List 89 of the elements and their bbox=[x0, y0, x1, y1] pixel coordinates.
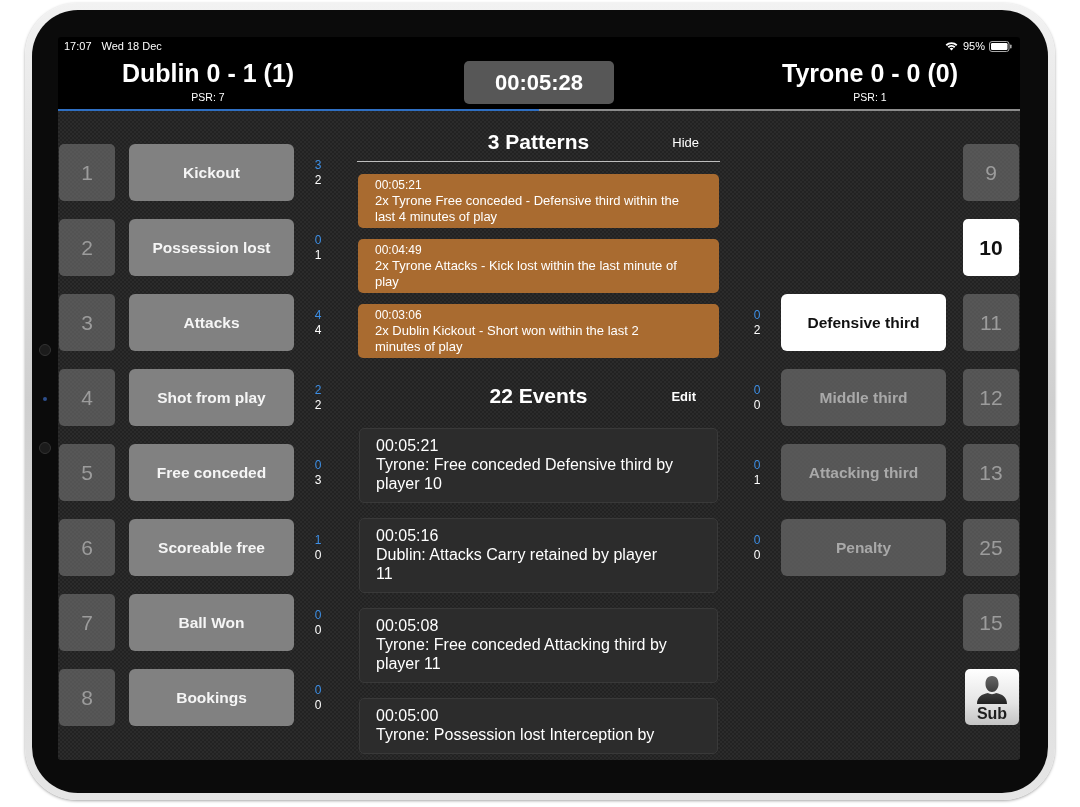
pattern-card[interactable]: 00:03:06 2x Dublin Kickout - Short won within the last 2 minutes of play bbox=[358, 304, 719, 358]
upper-count: 4 bbox=[314, 307, 322, 323]
player-number-tile[interactable]: 15 bbox=[963, 594, 1019, 651]
player-number-tile[interactable]: 8 bbox=[59, 669, 115, 726]
player-number-tile[interactable]: 1 bbox=[59, 144, 115, 201]
lower-count: 2 bbox=[753, 322, 761, 338]
team-psr: PSR: 7 bbox=[191, 91, 225, 104]
event-card[interactable]: 00:05:00 Tyrone: Possession lost Interception by bbox=[359, 698, 718, 754]
lower-count: 0 bbox=[314, 547, 322, 563]
upper-count: 1 bbox=[314, 532, 322, 548]
event-time: 00:05:21 bbox=[376, 436, 440, 455]
battery-percent: 95% bbox=[962, 40, 985, 52]
pattern-card[interactable]: 00:05:21 2x Tyrone Free conceded - Defensive third within the last 4 minutes of play bbox=[358, 174, 719, 228]
upper-count: 3 bbox=[314, 157, 322, 173]
zone-button[interactable]: Penalty bbox=[781, 519, 946, 576]
pattern-text: 2x Dublin Kickout - Short won within the last 2 minutes of play bbox=[375, 323, 640, 355]
events-title: 22 Events bbox=[489, 383, 588, 409]
pattern-text: 2x Tyrone Free conceded - Defensive third within the last 4 minutes of play bbox=[375, 193, 680, 225]
status-date: Wed 18 Dec bbox=[101, 40, 162, 52]
action-button[interactable]: Bookings bbox=[129, 669, 294, 726]
event-card[interactable]: 00:05:08 Tyrone: Free conceded Attacking third by player 11 bbox=[359, 608, 718, 683]
event-text: Dublin: Attacks Carry retained by player 11 bbox=[376, 545, 658, 583]
lower-count: 2 bbox=[314, 397, 322, 413]
player-number-tile[interactable]: 9 bbox=[963, 144, 1019, 201]
event-time: 00:05:16 bbox=[376, 526, 440, 545]
event-time: 00:05:00 bbox=[376, 706, 440, 725]
team-score: Tyrone 0 - 0 (0) bbox=[782, 59, 958, 87]
upper-count: 0 bbox=[753, 457, 761, 473]
pattern-time: 00:05:21 bbox=[375, 178, 423, 193]
player-number-tile[interactable]: 7 bbox=[59, 594, 115, 651]
player-number-tile[interactable]: 2 bbox=[59, 219, 115, 276]
zone-button[interactable]: Attacking third bbox=[781, 444, 946, 501]
lower-count: 0 bbox=[314, 697, 322, 713]
lower-count: 0 bbox=[314, 622, 322, 638]
battery-icon bbox=[989, 40, 1012, 52]
upper-count: 0 bbox=[314, 682, 322, 698]
team-score: Dublin 0 - 1 (1) bbox=[121, 59, 295, 87]
player-number-tile[interactable]: 3 bbox=[59, 294, 115, 351]
team-psr: PSR: 1 bbox=[853, 91, 887, 104]
lower-count: 3 bbox=[314, 472, 322, 488]
lower-count: 1 bbox=[314, 247, 322, 263]
upper-count: 0 bbox=[753, 532, 761, 548]
upper-count: 0 bbox=[314, 607, 322, 623]
status-time: 17:07 bbox=[64, 40, 92, 52]
pattern-card[interactable]: 00:04:49 2x Tyrone Attacks - Kick lost within the last minute of play bbox=[358, 239, 719, 293]
player-number-tile[interactable]: 11 bbox=[963, 294, 1019, 351]
player-number-tile[interactable]: 13 bbox=[963, 444, 1019, 501]
event-text: Tyrone: Free conceded Attacking third by player 11 bbox=[376, 635, 668, 673]
pattern-text: 2x Tyrone Attacks - Kick lost within the last minute of play bbox=[375, 258, 678, 290]
lower-count: 1 bbox=[753, 472, 761, 488]
lower-count: 2 bbox=[314, 172, 322, 188]
hide-button[interactable]: Hide bbox=[672, 134, 699, 150]
event-text: Tyrone: Possession lost Interception by bbox=[376, 725, 656, 744]
event-text: Tyrone: Free conceded Defensive third by player 10 bbox=[376, 455, 675, 493]
action-button[interactable]: Kickout bbox=[129, 144, 294, 201]
upper-count: 2 bbox=[314, 382, 322, 398]
action-button[interactable]: Shot from play bbox=[129, 369, 294, 426]
lower-count: 0 bbox=[753, 397, 761, 413]
event-card[interactable]: 00:05:21 Tyrone: Free conceded Defensive third by player 10 bbox=[359, 428, 718, 503]
upper-count: 0 bbox=[753, 382, 761, 398]
camera-icon bbox=[39, 344, 51, 454]
player-number-tile[interactable]: 4 bbox=[59, 369, 115, 426]
lower-count: 4 bbox=[314, 322, 322, 338]
upper-count: 0 bbox=[314, 232, 322, 248]
player-number-tile[interactable]: 6 bbox=[59, 519, 115, 576]
zone-button[interactable]: Middle third bbox=[781, 369, 946, 426]
lower-count: 0 bbox=[753, 547, 761, 563]
player-number-tile[interactable]: 10 bbox=[963, 219, 1019, 276]
player-number-tile[interactable]: 5 bbox=[59, 444, 115, 501]
pattern-time: 00:03:06 bbox=[375, 308, 423, 323]
sub-button[interactable]: Sub bbox=[965, 669, 1019, 725]
event-card[interactable]: 00:05:16 Dublin: Attacks Carry retained by player 11 bbox=[359, 518, 718, 593]
action-button[interactable]: Ball Won bbox=[129, 594, 294, 651]
player-number-tile[interactable]: 25 bbox=[963, 519, 1019, 576]
upper-count: 0 bbox=[753, 307, 761, 323]
wifi-icon bbox=[944, 41, 958, 51]
patterns-title: 3 Patterns bbox=[487, 129, 590, 155]
action-button[interactable]: Free conceded bbox=[129, 444, 294, 501]
edit-button[interactable]: Edit bbox=[671, 388, 696, 404]
match-clock: 00:05:28 bbox=[464, 61, 614, 104]
upper-count: 0 bbox=[314, 457, 322, 473]
player-number-tile[interactable]: 12 bbox=[963, 369, 1019, 426]
action-button[interactable]: Possession lost bbox=[129, 219, 294, 276]
zone-button[interactable]: Defensive third bbox=[781, 294, 946, 351]
action-button[interactable]: Attacks bbox=[129, 294, 294, 351]
pattern-time: 00:04:49 bbox=[375, 243, 423, 258]
event-time: 00:05:08 bbox=[376, 616, 440, 635]
person-icon bbox=[977, 676, 1007, 704]
action-button[interactable]: Scoreable free bbox=[129, 519, 294, 576]
